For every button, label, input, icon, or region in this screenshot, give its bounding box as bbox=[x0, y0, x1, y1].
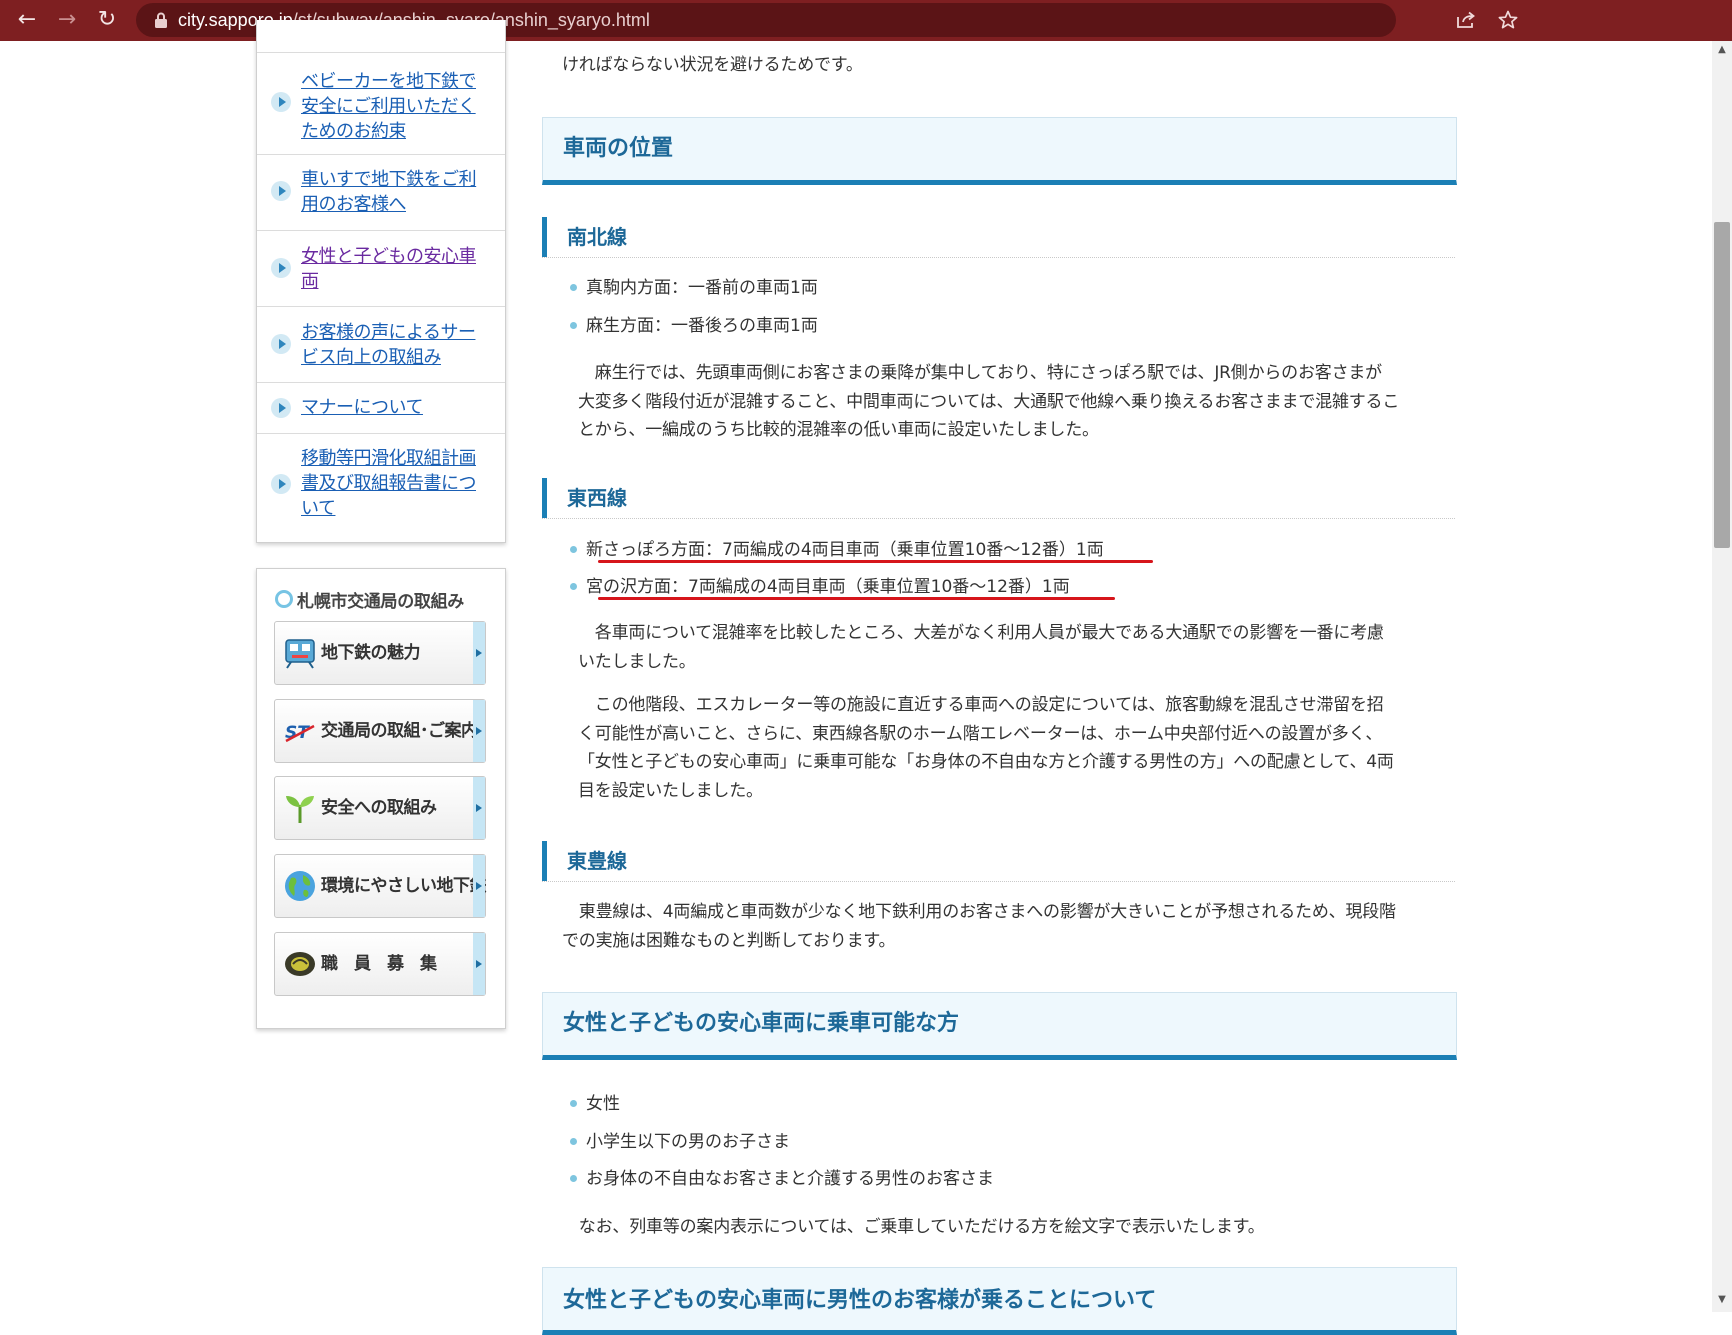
red-underline-annotation bbox=[598, 560, 1153, 563]
sidebar-link[interactable]: 車いすで地下鉄をご利用のお客様へ bbox=[301, 167, 487, 217]
train-icon bbox=[285, 639, 315, 669]
tile-label: 交通局の取組･ご案内 bbox=[321, 721, 478, 741]
paragraph-line: いたしました。 bbox=[578, 652, 696, 672]
heading-bar bbox=[542, 478, 547, 518]
sidebar-link[interactable]: 女性と子どもの安心車両 bbox=[301, 244, 487, 294]
section-heading-text: 女性と子どもの安心車両に乗車可能な方 bbox=[563, 1011, 960, 1036]
paragraph-line: 東豊線は、4両編成と車両数が少なく地下鉄利用のお客さまへの影響が大きいことが予想… bbox=[562, 902, 1396, 922]
sidebar-item-wheelchair[interactable]: 車いすで地下鉄をご利用のお客様へ bbox=[257, 154, 505, 230]
tile-eco-subway[interactable]: 環境にやさしい地下鉄 bbox=[274, 854, 487, 918]
sidebar-item-stroller[interactable]: ベビーカーを地下鉄で安全にご利用いただくためのお約束 bbox=[257, 52, 505, 154]
subheading-tozai: 東西線 bbox=[542, 478, 1455, 519]
tile-recruit[interactable]: 職 員 募 集 bbox=[274, 932, 486, 996]
section-heading-eligible: 女性と子どもの安心車両に乗車可能な方 bbox=[542, 992, 1457, 1060]
reload-icon[interactable]: ↻ bbox=[90, 4, 124, 36]
lock-icon bbox=[155, 12, 167, 28]
section-heading-text: 女性と子どもの安心車両に男性のお客様が乗ることについて bbox=[563, 1288, 1157, 1313]
list-item: お身体の不自由なお客さまと介護する男性のお客さま bbox=[570, 1166, 994, 1192]
paragraph-line: く可能性が高いこと、さらに、東西線各駅のホーム階エレベーターは、ホーム中央部付近… bbox=[578, 724, 1383, 744]
arrow-bullet-icon bbox=[271, 92, 291, 112]
st-logo-icon: ST bbox=[285, 723, 315, 743]
recruit-icon bbox=[285, 952, 315, 976]
tile-label: 安全への取組み bbox=[321, 798, 437, 818]
bookmark-star-icon[interactable] bbox=[1498, 10, 1518, 30]
share-icon[interactable] bbox=[1456, 11, 1476, 29]
paragraph-line: 大変多く階段付近が混雑すること、中間車両については、大通駅で他線へ乗り換えるお客… bbox=[578, 392, 1400, 412]
scroll-down-arrow-icon[interactable]: ▼ bbox=[1712, 1294, 1732, 1310]
paragraph-line: ければならない状況を避けるためです。 bbox=[562, 55, 863, 75]
subheading-text: 東豊線 bbox=[567, 849, 627, 873]
subheading-toho: 東豊線 bbox=[542, 841, 1455, 882]
sidebar-link[interactable]: 移動等円滑化取組計画書及び取組報告書について bbox=[301, 446, 487, 521]
subheading-nanboku: 南北線 bbox=[542, 217, 1455, 258]
subheading-text: 南北線 bbox=[567, 225, 627, 249]
caret-right-icon bbox=[473, 777, 485, 839]
torikumi-panel: 札幌市交通局の取組み 地下鉄の魅力 ST 交通局の取組･ご案内 安全への取組み bbox=[256, 568, 506, 1029]
subheading-text: 東西線 bbox=[567, 486, 627, 510]
red-underline-annotation bbox=[598, 597, 1115, 600]
caret-right-icon bbox=[473, 700, 485, 762]
sidebar-item-customer-voice[interactable]: お客様の声によるサービス向上の取組み bbox=[257, 306, 505, 382]
arrow-bullet-icon bbox=[271, 181, 291, 201]
sidebar-link[interactable]: ベビーカーを地下鉄で安全にご利用いただくためのお約束 bbox=[301, 69, 487, 144]
sprout-icon bbox=[286, 796, 314, 823]
scroll-up-arrow-icon[interactable]: ▲ bbox=[1712, 44, 1732, 60]
section-heading-text: 車両の位置 bbox=[563, 136, 674, 161]
paragraph-line: 目を設定いたしました。 bbox=[578, 781, 763, 801]
sidebar-item-women-children-car[interactable]: 女性と子どもの安心車両 bbox=[257, 230, 505, 306]
tile-label: 環境にやさしい地下鉄 bbox=[321, 876, 487, 896]
paragraph-line: での実施は困難なものと判断しております。 bbox=[562, 931, 896, 951]
list-item: 女性 bbox=[570, 1091, 620, 1117]
tile-subway-appeal[interactable]: 地下鉄の魅力 bbox=[274, 621, 486, 685]
arrow-bullet-icon bbox=[271, 334, 291, 354]
arrow-bullet-icon bbox=[271, 474, 291, 494]
tile-label: 地下鉄の魅力 bbox=[321, 643, 421, 663]
paragraph-line: なお、列車等の案内表示については、ご乗車していただける方を絵文字で表示いたします… bbox=[562, 1217, 1265, 1237]
arrow-bullet-icon bbox=[271, 398, 291, 418]
arrow-bullet-icon bbox=[271, 258, 291, 278]
caret-right-icon bbox=[473, 622, 485, 684]
globe-icon bbox=[285, 871, 315, 901]
sidebar-nav: ベビーカーを地下鉄で安全にご利用いただくためのお約束 車いすで地下鉄をご利用のお… bbox=[256, 20, 506, 543]
tile-bureau-info[interactable]: ST 交通局の取組･ご案内 bbox=[274, 699, 486, 763]
torikumi-title: 札幌市交通局の取組み bbox=[275, 587, 464, 612]
scrollbar-thumb[interactable] bbox=[1714, 222, 1730, 548]
paragraph-line: 「女性と子どもの安心車両」に乗車可能な「お身体の不自由な方と介護する男性の方」へ… bbox=[578, 752, 1394, 772]
heading-bar bbox=[542, 841, 547, 881]
caret-right-icon bbox=[473, 933, 485, 995]
forward-arrow-icon[interactable]: → bbox=[50, 4, 84, 36]
paragraph-line: とから、一編成のうち比較的混雑率の低い車両に設定いたしました。 bbox=[578, 420, 1099, 440]
sidebar-link[interactable]: お客様の声によるサービス向上の取組み bbox=[301, 320, 487, 370]
list-item: 小学生以下の男のお子さま bbox=[570, 1129, 790, 1155]
list-item: 麻生方面：一番後ろの車両1両 bbox=[570, 313, 818, 339]
paragraph-line: この他階段、エスカレーター等の施設に直近する車両への設定については、旅客動線を混… bbox=[578, 695, 1384, 715]
tile-label: 職 員 募 集 bbox=[321, 954, 437, 974]
section-heading-men: 女性と子どもの安心車両に男性のお客様が乗ることについて bbox=[542, 1267, 1457, 1335]
heading-bar bbox=[542, 217, 547, 257]
tile-safety[interactable]: 安全への取組み bbox=[274, 776, 486, 840]
paragraph-line: 各車両について混雑率を比較したところ、大差がなく利用人員が最大である大通駅での影… bbox=[578, 623, 1384, 643]
sidebar-item-manners[interactable]: マナーについて bbox=[257, 382, 505, 433]
section-heading-position: 車両の位置 bbox=[542, 117, 1457, 185]
sidebar-link[interactable]: マナーについて bbox=[301, 395, 487, 420]
list-item: 真駒内方面：一番前の車両1両 bbox=[570, 275, 818, 301]
back-arrow-icon[interactable]: ← bbox=[10, 4, 44, 36]
caret-right-icon bbox=[473, 855, 485, 917]
sidebar-item-barrier-free-plan[interactable]: 移動等円滑化取組計画書及び取組報告書について bbox=[257, 433, 505, 542]
paragraph-line: 麻生行では、先頭車両側にお客さまの乗降が集中しており、特にさっぽろ駅では、JR側… bbox=[578, 363, 1382, 383]
